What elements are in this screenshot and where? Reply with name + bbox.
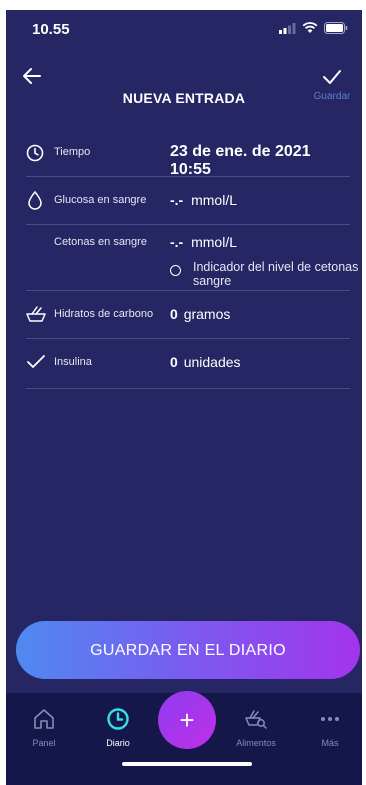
- add-entry-button[interactable]: +: [158, 691, 216, 749]
- time-value: 23 de ene. de 2021 10:55: [170, 143, 311, 178]
- ketones-value-group[interactable]: -.- mmol/L: [170, 234, 237, 250]
- ketones-label: Cetonas en sangre: [54, 236, 147, 248]
- carbs-value-group[interactable]: 0 gramos: [170, 306, 230, 322]
- time-label: Tiempo: [54, 146, 91, 158]
- home-icon: [34, 709, 54, 729]
- glucose-label: Glucosa en sangre: [54, 194, 147, 206]
- glucose-row[interactable]: Glucosa en sangre -.- mmol/L: [26, 176, 350, 225]
- ketones-unit: mmol/L: [191, 234, 238, 250]
- status-icons: [279, 22, 348, 34]
- save-top-label: Guardar: [313, 91, 351, 102]
- food-search-icon: [245, 710, 267, 729]
- tab-alimentos[interactable]: Alimentos: [226, 707, 286, 748]
- insulin-label: Insulina: [54, 356, 92, 368]
- tab-diario-label: Diario: [106, 738, 130, 748]
- clock-icon: [107, 708, 129, 730]
- glucose-unit: mmol/L: [191, 192, 238, 208]
- glucose-value-group[interactable]: -.- mmol/L: [170, 192, 237, 208]
- tab-mas-label: Más: [321, 738, 339, 748]
- carbs-row[interactable]: Hidratos de carbono 0 gramos: [26, 290, 350, 339]
- tab-panel-label: Panel: [32, 738, 56, 748]
- navigation-bar: NUEVA ENTRADA Guardar: [6, 60, 362, 120]
- checkmark-icon: [323, 70, 341, 84]
- more-icon: [321, 717, 339, 721]
- app-screen: 10.55 NUEVA ENTRADA Guardar Tiempo 23 de…: [6, 10, 362, 785]
- save-top-button[interactable]: Guardar: [310, 68, 354, 102]
- arrow-left-icon: [23, 68, 41, 84]
- save-to-diary-button[interactable]: GUARDAR EN EL DIARIO: [16, 621, 360, 679]
- tab-diario[interactable]: Diario: [88, 707, 148, 748]
- insulin-row[interactable]: Insulina 0 unidades: [26, 338, 350, 389]
- insulin-unit: unidades: [183, 354, 241, 370]
- drop-icon: [28, 190, 42, 210]
- home-indicator: [122, 762, 252, 766]
- checkmark-icon: [27, 355, 45, 368]
- back-button[interactable]: [20, 64, 44, 88]
- wifi-icon: [302, 22, 318, 33]
- ketone-indicator-radio[interactable]: [170, 265, 181, 276]
- insulin-value-group[interactable]: 0 unidades: [170, 354, 241, 370]
- tab-panel[interactable]: Panel: [14, 707, 74, 748]
- signal-icon: [279, 22, 296, 34]
- carbs-unit: gramos: [183, 306, 231, 322]
- ketone-indicator-label: Indicador del nivel de cetonas en sangre: [193, 260, 362, 288]
- carbs-value: 0: [170, 306, 178, 322]
- time-row[interactable]: Tiempo 23 de ene. de 2021 10:55: [26, 132, 350, 178]
- battery-icon: [324, 22, 348, 34]
- clock-icon: [26, 144, 44, 162]
- tab-alimentos-label: Alimentos: [236, 738, 276, 748]
- tab-mas[interactable]: Más: [300, 707, 360, 748]
- page-title: NUEVA ENTRADA: [122, 90, 246, 106]
- insulin-value: 0: [170, 354, 178, 370]
- status-time: 10.55: [32, 21, 70, 38]
- carbs-label: Hidratos de carbono: [54, 308, 154, 320]
- glucose-value: -.-: [170, 192, 184, 208]
- food-bowl-icon: [26, 306, 46, 322]
- tab-bar: Panel Diario + Alimentos Más: [6, 691, 362, 785]
- ketones-row[interactable]: Cetonas en sangre -.- mmol/L Indicador d…: [26, 224, 362, 291]
- status-bar: 10.55: [6, 10, 362, 50]
- ketones-value: -.-: [170, 234, 184, 250]
